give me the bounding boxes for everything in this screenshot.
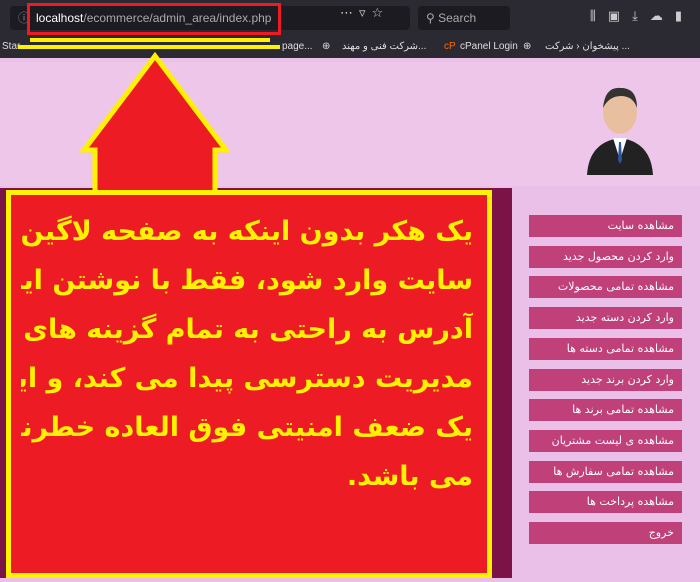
sidebar-item[interactable]: مشاهده پرداخت ها (529, 491, 682, 514)
reader-icon[interactable]: ▮ (675, 9, 694, 24)
star-icon[interactable]: ☆ (372, 6, 390, 21)
cpanel-icon: cP (444, 41, 456, 52)
sidebar-item[interactable]: مشاهده ی لیست مشتریان (529, 429, 682, 452)
pocket-icon[interactable]: ▿ (359, 6, 372, 21)
more-icon[interactable]: ⋯ (340, 6, 359, 21)
sidebar-item[interactable]: مشاهده تمامی دسته ها (529, 337, 682, 360)
annotation-line: آدرس به راحتی به تمام گزینه های (23, 314, 473, 345)
bookmark[interactable]: شرکت فنی و مهند... (342, 36, 426, 58)
url-underline (18, 45, 280, 49)
admin-avatar (587, 87, 653, 175)
warning-annotation: یک هکر بدون اینکه به صفحه لاگین سایت وارد… (6, 190, 492, 578)
download-icon[interactable]: ⤓ (632, 9, 650, 24)
sidebar-item[interactable]: مشاهده تمامی محصولات (529, 276, 682, 299)
sidebar-item[interactable]: مشاهده تمامی سفارش ها (529, 460, 682, 483)
globe-icon: ⊕ (523, 41, 532, 52)
sidebar-item[interactable]: مشاهده تمامی برند ها (529, 399, 682, 422)
annotation-line: می باشد. (346, 461, 473, 492)
bookmark[interactable]: page... (282, 36, 313, 58)
annotation-line: سایت وارد شود، فقط با نوشتن این (21, 265, 473, 296)
search-icon: ⚲ (426, 11, 439, 25)
globe-icon: ⊕ (322, 41, 331, 52)
sidebar-item[interactable]: مشاهده سایت (529, 215, 682, 237)
sidebar-item[interactable]: خروج (529, 522, 682, 544)
url-highlight-box (27, 3, 281, 35)
sidebar-item[interactable]: وارد کردن محصول جدید (529, 245, 682, 268)
annotation-line: یک ضعف امنیتی فوق العاده خطرناک (21, 412, 473, 443)
bookmark[interactable]: پیشخوان ‹ شرکت ... (545, 36, 630, 58)
url-underline (30, 38, 270, 42)
arrow-up-icon (80, 52, 230, 194)
annotation-line: مدیریت دسترسی پیدا می کند، و این (21, 363, 473, 394)
bookmark[interactable]: cPanel Login (460, 36, 518, 58)
library-icon[interactable]: ⫼ (590, 9, 608, 24)
sidebar-icon[interactable]: ▣ (608, 9, 632, 24)
extension-icon[interactable]: ☁ (650, 9, 675, 24)
sidebar-item[interactable]: وارد کردن برند جدید (529, 368, 682, 391)
sidebar-item[interactable]: وارد کردن دسته جدید (529, 307, 682, 330)
annotation-line: یک هکر بدون اینکه به صفحه لاگین (21, 216, 473, 247)
search-input[interactable]: ⚲ Search (418, 6, 510, 30)
admin-sidebar: مشاهده سایت وارد کردن محصول جدید مشاهده تم… (515, 195, 695, 580)
